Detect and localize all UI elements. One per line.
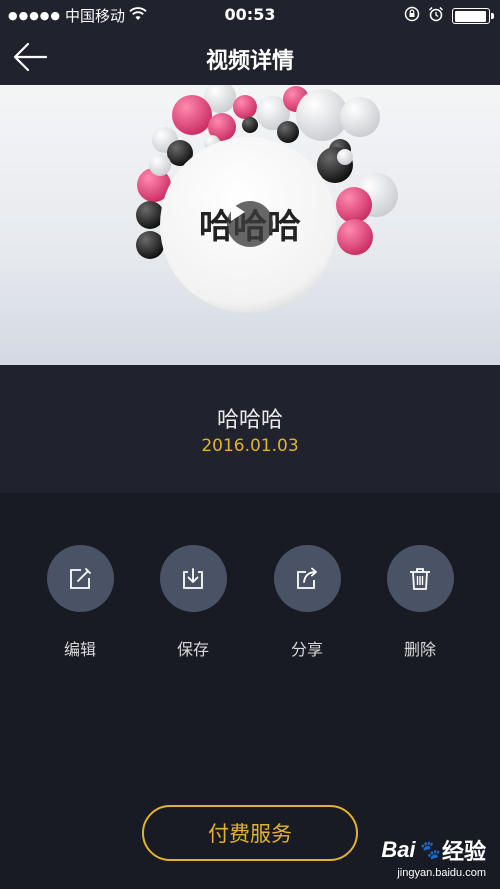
delete-button[interactable] — [386, 545, 454, 612]
video-info-panel: 哈哈哈 2016.01.03 — [0, 365, 500, 493]
share-label: 分享 — [290, 640, 323, 659]
download-icon — [183, 567, 203, 589]
edit-button[interactable] — [46, 545, 114, 612]
delete-label: 删除 — [403, 640, 436, 659]
page-title: 视频详情 — [205, 49, 294, 74]
play-icon — [231, 203, 245, 221]
nav-bar: 视频详情 — [0, 30, 500, 85]
save-button[interactable] — [159, 545, 227, 612]
rotation-lock-icon — [404, 6, 420, 26]
delete-action[interactable]: 删除 — [380, 545, 460, 660]
video-date: 2016.01.03 — [201, 436, 299, 456]
battery-level — [454, 10, 486, 22]
baidu-jingyan-watermark: Bai 🐾 经验 jingyan.baidu.com — [381, 834, 486, 879]
watermark-brand: Bai — [381, 837, 416, 862]
action-bar: 编辑 保存 分享 删除 — [0, 545, 500, 665]
paid-service-button[interactable]: 付费服务 — [142, 805, 358, 861]
alarm-icon — [428, 6, 444, 26]
save-action[interactable]: 保存 — [153, 545, 233, 660]
video-preview[interactable]: 哈哈哈 — [0, 85, 500, 365]
battery-icon — [452, 8, 494, 24]
trash-icon — [410, 567, 430, 590]
share-action[interactable]: 分享 — [267, 545, 347, 660]
status-bar: ●●●●● 中国移动 00:53 — [0, 0, 500, 30]
watermark-url: jingyan.baidu.com — [397, 867, 486, 879]
edit-icon — [70, 567, 91, 589]
share-button[interactable] — [273, 545, 341, 612]
paw-icon: 🐾 — [417, 839, 440, 860]
play-button[interactable] — [227, 201, 273, 247]
share-icon — [297, 567, 317, 589]
watermark-brand-suffix: 经验 — [441, 839, 486, 864]
watermark-logo: Bai 🐾 经验 — [381, 834, 486, 866]
video-title: 哈哈哈 — [216, 408, 283, 433]
save-label: 保存 — [176, 640, 209, 659]
edit-action[interactable]: 编辑 — [40, 545, 120, 660]
edit-label: 编辑 — [63, 640, 96, 659]
status-right — [404, 6, 494, 26]
